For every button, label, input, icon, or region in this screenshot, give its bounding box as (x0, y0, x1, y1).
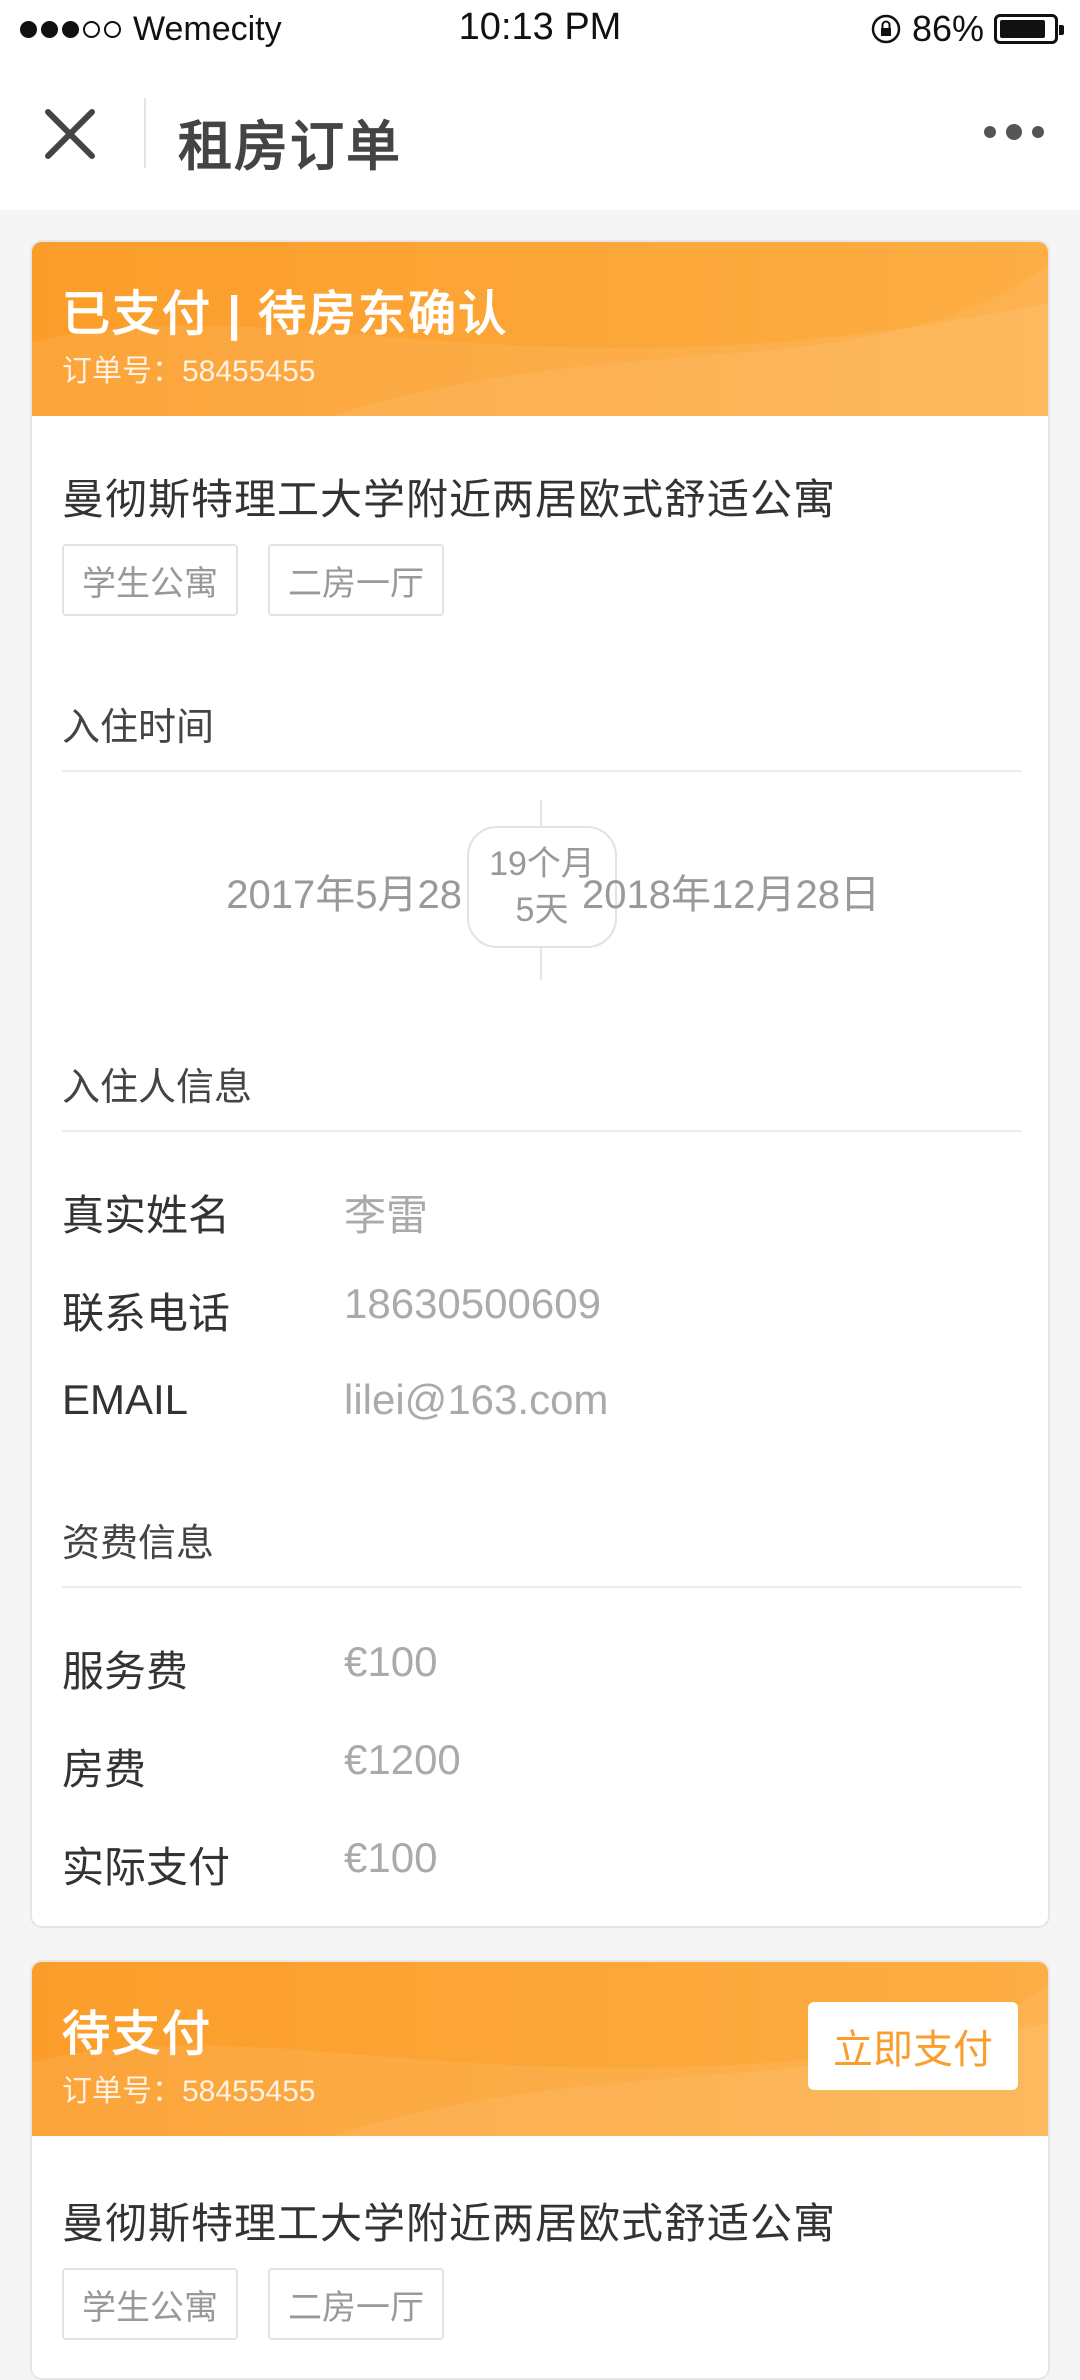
info-label: 联系电话 (62, 1290, 231, 1337)
duration-months: 19个月 (489, 845, 595, 883)
battery-percent: 86% (911, 8, 984, 49)
nav-bar: 租房订单 (0, 56, 1080, 210)
close-icon[interactable] (40, 104, 100, 164)
order-header: 待支付 订单号：58455455 立即支付 (32, 1962, 1048, 2136)
tag: 学生公寓 (62, 544, 238, 616)
guest-section-title: 入住人信息 (62, 1067, 253, 1109)
divider (62, 1130, 1022, 1132)
fee-section-title: 资费信息 (62, 1523, 215, 1565)
duration-days: 5天 (515, 891, 569, 929)
rent-fee: €1200 (344, 1736, 461, 1783)
guest-name: 李雷 (344, 1192, 429, 1239)
pay-now-button[interactable]: 立即支付 (808, 2002, 1018, 2090)
rotation-lock-icon (871, 14, 901, 44)
tag: 学生公寓 (62, 2268, 238, 2340)
order-number: 订单号：58455455 (62, 2075, 316, 2108)
checkin-dates: 2017年5月28日 19个月 5天 2018年12月28日 (32, 800, 1048, 980)
end-date: 2018年12月28日 (582, 873, 880, 917)
divider (62, 770, 1022, 772)
order-number: 订单号：58455455 (62, 355, 316, 388)
guest-phone: 18630500609 (344, 1280, 601, 1327)
order-header: 已支付 | 待房东确认 订单号：58455455 (32, 242, 1048, 416)
order-status: 已支付 | 待房东确认 (62, 288, 509, 341)
info-label: 房费 (62, 1746, 147, 1793)
property-tags: 学生公寓 二房一厅 (62, 2268, 444, 2340)
info-label: EMAIL (62, 1376, 189, 1423)
info-label: 真实姓名 (62, 1192, 231, 1239)
info-label: 实际支付 (62, 1844, 231, 1891)
more-options-icon[interactable] (984, 122, 1044, 142)
guest-email: lilei@163.com (344, 1376, 609, 1423)
page-title: 租房订单 (178, 117, 402, 177)
start-date: 2017年5月28日 (226, 873, 502, 917)
checkin-section-title: 入住时间 (62, 707, 215, 749)
property-tags: 学生公寓 二房一厅 (62, 544, 444, 616)
service-fee: €100 (344, 1638, 438, 1685)
divider (62, 1586, 1022, 1588)
nav-divider (144, 98, 146, 168)
order-status: 待支付 (62, 2008, 213, 2061)
property-title[interactable]: 曼彻斯特理工大学附近两居欧式舒适公寓 (62, 466, 836, 527)
info-label: 服务费 (62, 1648, 189, 1695)
battery-icon (994, 14, 1064, 44)
order-card: 待支付 订单号：58455455 立即支付 曼彻斯特理工大学附近两居欧式舒适公寓… (30, 1960, 1050, 2380)
order-card: 已支付 | 待房东确认 订单号：58455455 曼彻斯特理工大学附近两居欧式舒… (30, 240, 1050, 1928)
actual-payment: €100 (344, 1834, 438, 1881)
status-bar: Wemecity 10:13 PM 86% (0, 0, 1080, 56)
property-title[interactable]: 曼彻斯特理工大学附近两居欧式舒适公寓 (62, 2190, 836, 2251)
tag: 二房一厅 (268, 544, 444, 616)
tag: 二房一厅 (268, 2268, 444, 2340)
